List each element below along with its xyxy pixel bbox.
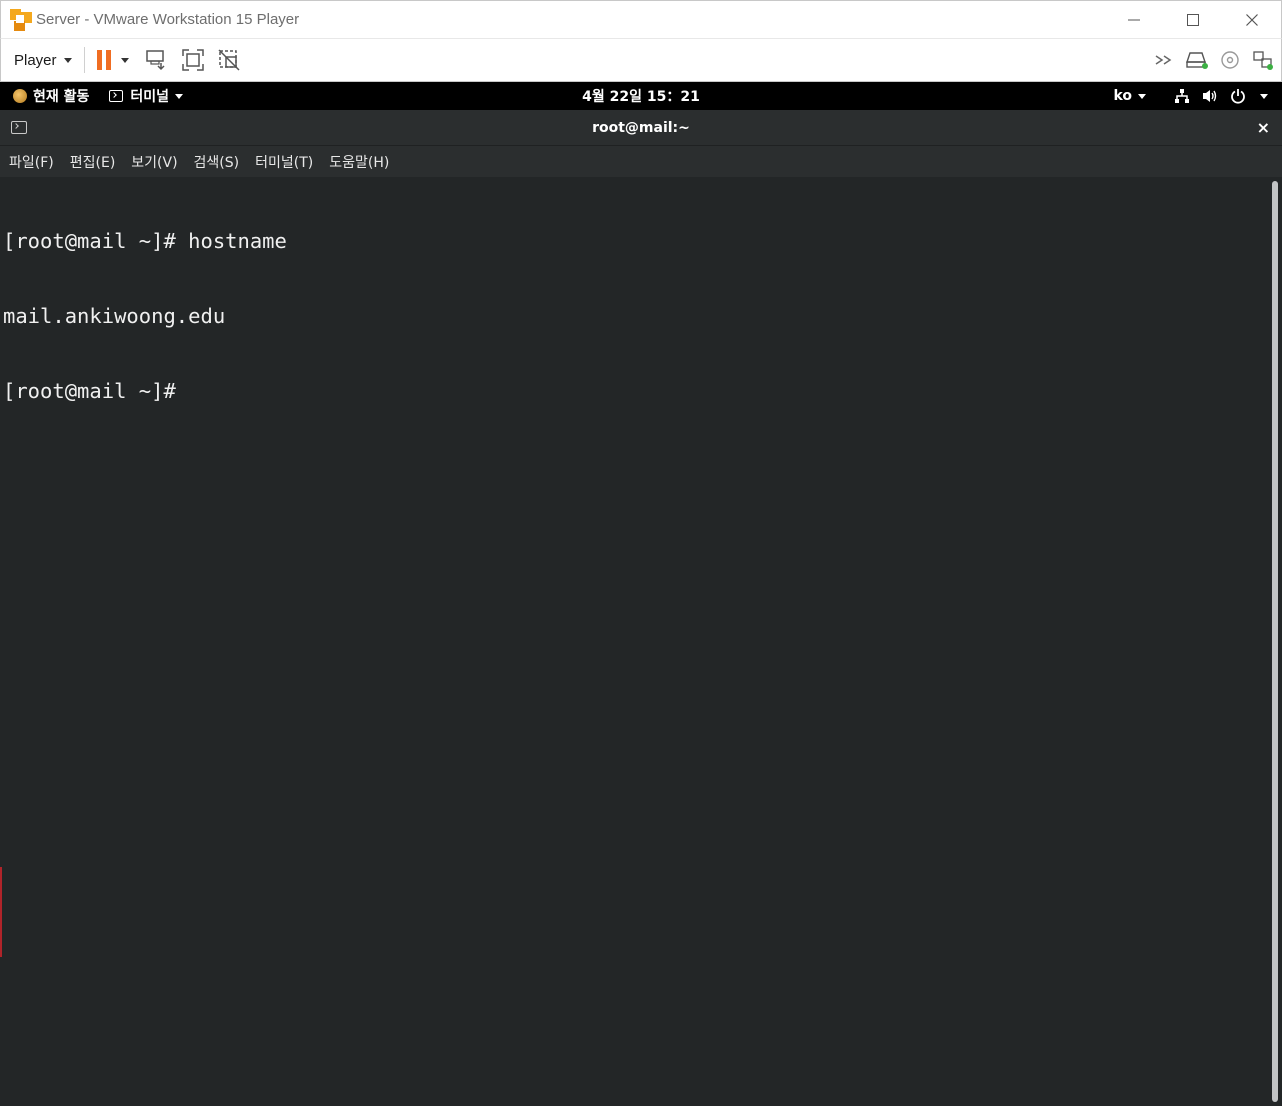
network-icon	[1175, 89, 1189, 103]
terminal-tab-icon	[11, 121, 27, 134]
volume-icon	[1203, 90, 1217, 102]
unity-icon[interactable]	[217, 48, 241, 72]
activities-label: 현재 활동	[33, 89, 90, 105]
window-edge-accent	[0, 867, 2, 957]
chevron-down-icon	[175, 93, 184, 99]
system-menu[interactable]	[1174, 88, 1268, 104]
toolbar-divider	[83, 47, 85, 73]
pause-dropdown-chevron-icon[interactable]	[120, 57, 129, 63]
terminal-menubar: 파일(F) 편집(E) 보기(V) 검색(S) 터미널(T) 도움말(H)	[0, 146, 1282, 177]
minimize-button[interactable]	[1104, 1, 1163, 39]
hard-disk-icon[interactable]	[1185, 48, 1209, 72]
menu-terminal[interactable]: 터미널(T)	[255, 152, 313, 172]
terminal-output[interactable]: [root@mail ~]# hostname mail.ankiwoong.e…	[0, 177, 1282, 1106]
fullscreen-icon[interactable]	[181, 48, 205, 72]
menu-edit[interactable]: 편집(E)	[70, 152, 116, 172]
language-label: ko	[1113, 88, 1132, 104]
double-chevron-icon[interactable]	[1152, 48, 1176, 72]
chevron-down-icon	[1260, 93, 1268, 99]
pause-icon[interactable]	[96, 50, 111, 70]
menu-file[interactable]: 파일(F)	[9, 152, 54, 172]
close-button[interactable]	[1222, 1, 1281, 39]
window-title: Server - VMware Workstation 15 Player	[36, 11, 300, 28]
network-adapter-icon[interactable]	[1251, 48, 1275, 72]
menu-search[interactable]: 검색(S)	[194, 152, 240, 172]
cd-icon[interactable]	[1218, 48, 1242, 72]
clock[interactable]: 4월 22일 15：21	[582, 89, 700, 105]
menu-help[interactable]: 도움말(H)	[329, 152, 389, 172]
terminal-title: root@mail:~	[592, 119, 690, 136]
player-menu-label: Player	[14, 51, 57, 69]
input-language-menu[interactable]: ko	[1113, 88, 1146, 104]
vmware-logo-icon	[10, 8, 32, 31]
power-icon	[1231, 89, 1245, 104]
activities-button[interactable]: 현재 활동	[13, 86, 89, 106]
terminal-line: mail.ankiwoong.edu	[3, 304, 226, 328]
terminal-headerbar[interactable]: root@mail:~ ×	[0, 110, 1282, 146]
app-menu-terminal[interactable]: 터미널	[109, 86, 184, 106]
app-menu-label: 터미널	[130, 89, 170, 105]
send-ctrl-alt-del-icon[interactable]	[145, 48, 169, 72]
window-titlebar[interactable]: Server - VMware Workstation 15 Player	[0, 0, 1282, 38]
close-icon[interactable]: ×	[1257, 118, 1270, 137]
chevron-down-icon	[1138, 93, 1146, 99]
chevron-down-icon	[63, 57, 72, 63]
activities-icon	[13, 89, 27, 103]
terminal-icon	[109, 90, 124, 102]
terminal-line: [root@mail ~]# hostname	[3, 229, 287, 253]
maximize-button[interactable]	[1163, 1, 1222, 39]
player-menu[interactable]: Player	[14, 52, 72, 69]
vmware-toolbar: Player	[0, 38, 1282, 82]
gnome-top-bar: 현재 활동 터미널 4월 22일 15：21 ko	[0, 82, 1282, 110]
menu-view[interactable]: 보기(V)	[131, 152, 177, 172]
scrollbar[interactable]	[1272, 181, 1278, 1102]
terminal-prompt-line: [root@mail ~]#	[3, 379, 189, 403]
